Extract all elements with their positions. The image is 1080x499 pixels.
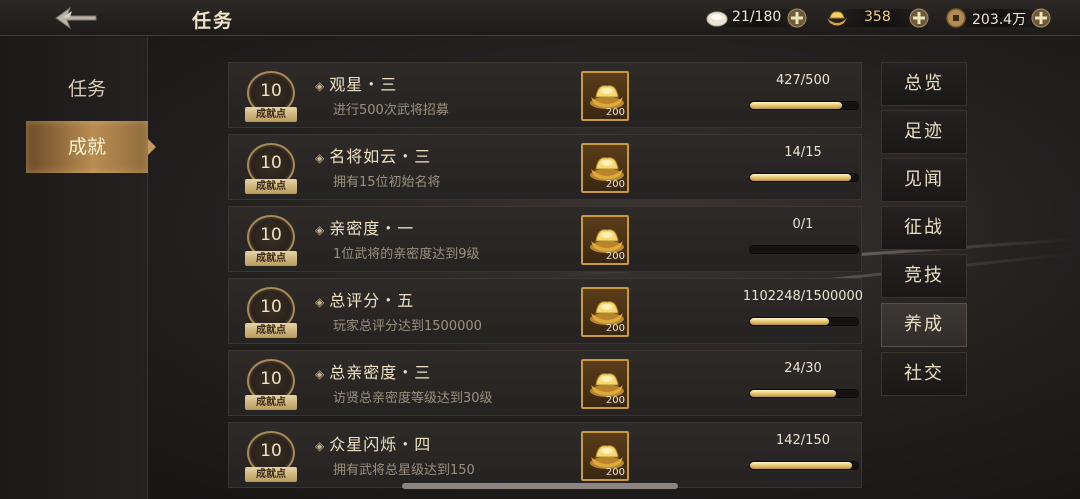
achievement-points-medal: 10 成就点 [243, 143, 299, 195]
task-name: ◈ 名将如云・三 [315, 147, 432, 166]
gold-ingot-icon [590, 85, 624, 109]
top-bar: 任务 21/180 358 203.4万 [0, 0, 1080, 36]
task-name: ◈ 亲密度・一 [315, 219, 415, 238]
reward-gold-ingot[interactable]: 200 [581, 359, 629, 409]
list-item: 10 成就点 ◈ 亲密度・一 1位武将的亲密度达到9级 200 0/1 [228, 206, 862, 272]
sidebar: 任务 成就 [0, 37, 156, 499]
progress-bar [749, 101, 859, 110]
gold-ingot-icon [590, 445, 624, 469]
progress-text: 142/150 [775, 433, 830, 448]
task-name: ◈ 总评分・五 [315, 291, 415, 310]
back-button[interactable] [52, 4, 100, 32]
gold-ingot-icon [590, 157, 624, 181]
resource-silver-value: 21/180 [732, 9, 782, 25]
list-item: 10 成就点 ◈ 众星闪烁・四 拥有武将总星级达到150 200 142/150 [228, 422, 862, 488]
achievement-list[interactable]: 10 成就点 ◈ 观星・三 进行500次武将招募 200 427/500 10 成就点… [228, 62, 862, 499]
progress-text: 1102248/1500000 [742, 289, 862, 304]
task-description: 拥有15位初始名将 [333, 175, 441, 190]
tab-footprints[interactable]: 足迹 [881, 110, 967, 154]
tab-development[interactable]: 养成 [881, 303, 967, 347]
task-description: 玩家总评分达到1500000 [333, 319, 482, 334]
progress-bar [749, 173, 859, 182]
achievement-points-medal: 10 成就点 [243, 431, 299, 483]
task-description: 拥有武将总星级达到150 [333, 463, 475, 478]
achievement-points-medal: 10 成就点 [243, 359, 299, 411]
tab-overview[interactable]: 总览 [881, 62, 967, 106]
resource-gold-value: 358 [864, 9, 891, 25]
reward-gold-ingot[interactable]: 200 [581, 287, 629, 337]
gold-ingot-icon [590, 373, 624, 397]
list-item: 10 成就点 ◈ 名将如云・三 拥有15位初始名将 200 14/15 [228, 134, 862, 200]
progress-text: 427/500 [775, 73, 830, 88]
gold-ingot-icon [827, 11, 847, 26]
progress-text: 0/1 [792, 217, 814, 232]
sidebar-item-tasks[interactable]: 任务 [26, 63, 148, 115]
reward-gold-ingot[interactable]: 200 [581, 143, 629, 193]
progress-text: 24/30 [784, 361, 822, 376]
task-description: 访贤总亲密度等级达到30级 [333, 391, 493, 406]
tab-campaign[interactable]: 征战 [881, 206, 967, 250]
progress-bar [749, 389, 859, 398]
achievement-points-medal: 10 成就点 [243, 215, 299, 267]
resource-gold: 358 [824, 6, 934, 30]
reward-gold-ingot[interactable]: 200 [581, 215, 629, 265]
reward-gold-ingot[interactable]: 200 [581, 431, 629, 481]
add-silver-button[interactable] [786, 7, 808, 29]
resource-copper-value: 203.4万 [972, 12, 1027, 28]
silver-coin-icon [706, 11, 728, 27]
add-copper-button[interactable] [1030, 7, 1052, 29]
task-name: ◈ 总亲密度・三 [315, 363, 432, 382]
task-description: 1位武将的亲密度达到9级 [333, 247, 480, 262]
progress-bar [749, 461, 859, 470]
gold-ingot-icon [590, 229, 624, 253]
progress-text: 14/15 [784, 145, 822, 160]
gold-ingot-icon [590, 301, 624, 325]
sidebar-item-achievements[interactable]: 成就 [26, 121, 156, 173]
progress-bar [749, 317, 859, 326]
tab-arena[interactable]: 竞技 [881, 254, 967, 298]
resource-silver: 21/180 [704, 6, 810, 30]
page-title: 任务 [192, 10, 235, 32]
back-arrow-icon [55, 6, 97, 30]
list-item: 10 成就点 ◈ 总亲密度・三 访贤总亲密度等级达到30级 200 24/30 [228, 350, 862, 416]
copper-coin-icon [946, 8, 966, 28]
achievement-points-medal: 10 成就点 [243, 287, 299, 339]
list-item: 10 成就点 ◈ 观星・三 进行500次武将招募 200 427/500 [228, 62, 862, 128]
achievement-points-medal: 10 成就点 [243, 71, 299, 123]
task-name: ◈ 观星・三 [315, 75, 398, 94]
resource-copper: 203.4万 [944, 6, 1054, 30]
progress-bar [749, 245, 859, 254]
task-description: 进行500次武将招募 [333, 103, 449, 118]
tab-social[interactable]: 社交 [881, 352, 967, 396]
reward-gold-ingot[interactable]: 200 [581, 71, 629, 121]
scrollbar[interactable] [402, 483, 678, 489]
list-item: 10 成就点 ◈ 总评分・五 玩家总评分达到1500000 200 1102248/… [228, 278, 862, 344]
tab-knowledge[interactable]: 见闻 [881, 158, 967, 202]
task-name: ◈ 众星闪烁・四 [315, 435, 432, 454]
add-gold-button[interactable] [908, 7, 930, 29]
